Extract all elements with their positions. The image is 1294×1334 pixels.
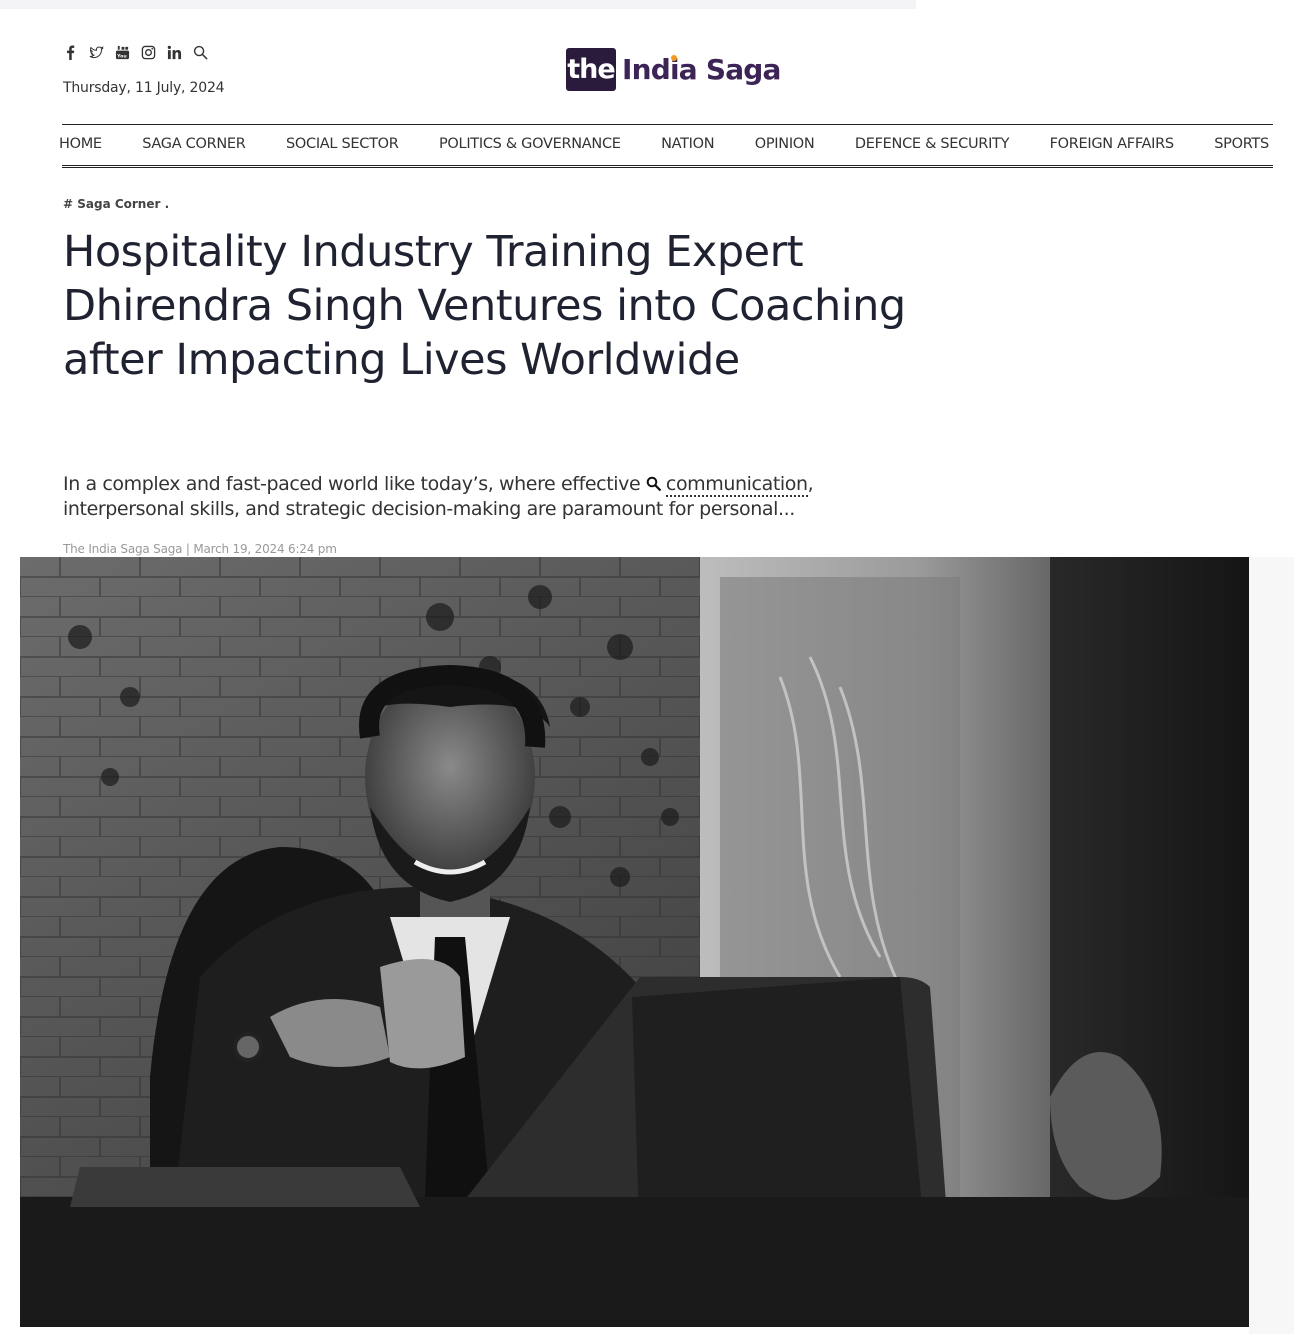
youtube-icon[interactable]: You	[114, 44, 131, 61]
current-date: Thursday, 11 July, 2024	[63, 80, 225, 96]
article-meta: The India Saga Saga | March 19, 2024 6:2…	[63, 542, 337, 556]
article-excerpt: In a complex and fast-paced world like t…	[63, 472, 903, 522]
article-featured-image[interactable]	[20, 557, 1249, 1327]
nav-item-saga-corner[interactable]: SAGA CORNER	[142, 136, 246, 152]
nav-item-politics-governance[interactable]: POLITICS & GOVERNANCE	[439, 136, 621, 152]
excerpt-text-start: In a complex and fast-paced world like t…	[63, 473, 646, 495]
twitter-icon[interactable]	[88, 44, 105, 61]
logo-name: India Saga	[622, 53, 781, 86]
logo-dot	[671, 55, 677, 61]
logo-name-text: India Saga	[622, 53, 781, 86]
nav-item-nation[interactable]: NATION	[661, 136, 715, 152]
instagram-icon[interactable]	[140, 44, 157, 61]
nav-item-social-sector[interactable]: SOCIAL SECTOR	[286, 136, 399, 152]
search-icon[interactable]	[192, 44, 209, 61]
facebook-icon[interactable]	[62, 44, 79, 61]
keyword-search-icon	[646, 476, 662, 492]
nav-top-border	[62, 124, 1273, 125]
top-strip	[0, 0, 916, 9]
social-links: You	[62, 44, 209, 61]
main-nav: HOME SAGA CORNER SOCIAL SECTOR POLITICS …	[59, 136, 1269, 152]
site-logo[interactable]: the India Saga	[566, 48, 781, 91]
nav-item-defence-security[interactable]: DEFENCE & SECURITY	[855, 136, 1010, 152]
nav-item-opinion[interactable]: OPINION	[755, 136, 815, 152]
logo-badge: the	[566, 48, 616, 91]
article-title[interactable]: Hospitality Industry Training Expert Dhi…	[63, 225, 923, 387]
keyword-link[interactable]: communication	[665, 473, 808, 497]
svg-text:You: You	[116, 53, 127, 59]
page-shade	[1249, 557, 1294, 1334]
nav-bottom-border	[62, 165, 1273, 168]
nav-item-home[interactable]: HOME	[59, 136, 102, 152]
nav-item-sports[interactable]: SPORTS	[1214, 136, 1269, 152]
category-tag[interactable]: # Saga Corner .	[63, 197, 169, 211]
linkedin-icon[interactable]	[166, 44, 183, 61]
nav-item-foreign-affairs[interactable]: FOREIGN AFFAIRS	[1050, 136, 1175, 152]
